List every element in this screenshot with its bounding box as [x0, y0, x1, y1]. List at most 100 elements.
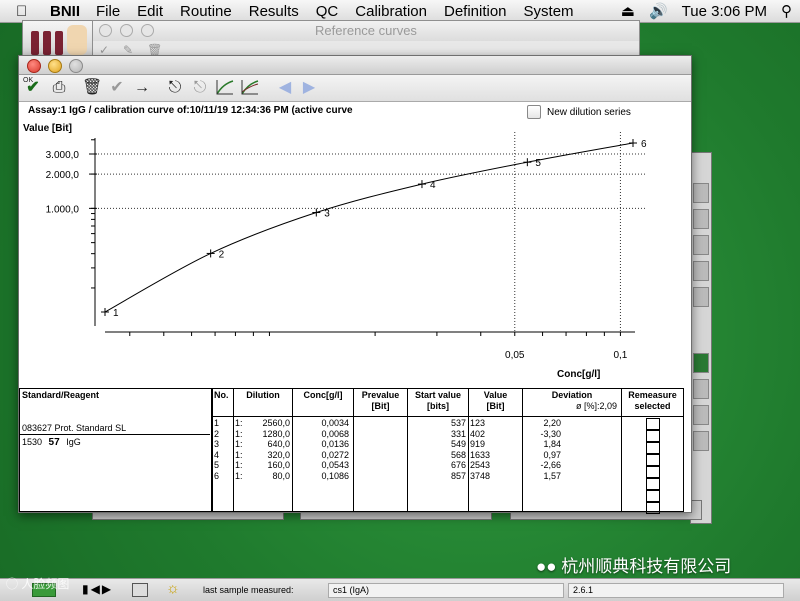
row-no: 6	[214, 470, 220, 481]
data-point-label: 1	[113, 308, 119, 319]
row-value: 919	[470, 439, 486, 449]
row-deviation: 0,97	[543, 449, 561, 460]
dilution-column: Dilution 1: 2560,0 1: 1280,0 1: 640,0 1: 320,0 1…	[233, 388, 293, 512]
dilution-header: Dilution	[234, 389, 292, 417]
remeasure-checkbox[interactable]	[645, 430, 660, 442]
no-header: No.	[213, 389, 233, 417]
x-tick-label: 0,1	[613, 350, 627, 361]
bg-minimize-icon[interactable]	[120, 24, 133, 37]
menu-clock[interactable]: Tue 3:06 PM	[682, 3, 767, 20]
y-tick-label: 3.000,0	[46, 150, 80, 161]
standard-analyte: IgG	[66, 437, 81, 447]
menu-definition[interactable]: Definition	[444, 3, 507, 20]
watermark-text: ●● 杭州顺典科技有限公司	[536, 552, 731, 577]
row-no: 1	[214, 418, 220, 428]
value-header: Value [Bit]	[469, 389, 522, 417]
row-dilution-prefix: 1:	[235, 428, 243, 439]
row-conc: 0,0543	[321, 460, 349, 470]
row-dilution-prefix: 1:	[235, 460, 243, 470]
menu-calibration[interactable]: Calibration	[355, 3, 427, 20]
calibration-chart: 3.000,0 2.000,0 1.000,0 0,05 0,1 1 2 3 4 5 6	[46, 132, 647, 361]
row-dilution: 1: 2560,0	[234, 418, 292, 429]
bg-close-icon[interactable]	[99, 24, 112, 37]
remeasure-checkbox[interactable]	[645, 442, 660, 454]
row-dilution: 1: 320,0	[234, 450, 292, 461]
row-value: 123	[470, 418, 486, 428]
row-dilution-value: 160,0	[267, 460, 290, 470]
row-dilution: 1: 80,0	[234, 471, 292, 482]
bg-zoom-icon[interactable]	[141, 24, 154, 37]
remeasure-checkbox[interactable]	[645, 490, 660, 502]
row-value: 3748	[470, 470, 491, 481]
apple-menu-icon[interactable]: 	[16, 3, 36, 20]
spotlight-search-icon[interactable]: ⚲	[781, 2, 792, 20]
remeasure-checkbox[interactable]	[645, 502, 660, 514]
remeasure-checkbox[interactable]	[645, 418, 660, 430]
menu-routine[interactable]: Routine	[180, 3, 232, 20]
row-conc: 0,0136	[321, 439, 349, 449]
row-conc: 0,1086	[321, 470, 349, 481]
row-prevalue	[354, 450, 407, 461]
menu-system[interactable]: System	[524, 3, 574, 20]
volume-icon[interactable]: 🔊	[649, 2, 668, 20]
remeasure-checkbox[interactable]	[645, 478, 660, 490]
row-deviation: -2,66	[540, 460, 561, 470]
row-prevalue	[354, 471, 407, 482]
status-nav-icons[interactable]: ▮◀▶	[82, 582, 113, 596]
watermark-corner-text: 人脸频图	[21, 577, 70, 591]
menu-results[interactable]: Results	[249, 3, 299, 20]
deviation-average: ø [%]:2,09	[575, 401, 617, 411]
row-start-value: 331	[450, 428, 466, 439]
calibration-curve-window: OK ✔ ⎙ 🗑 ✔ → ⎋ ⎋ ◀ ▶ Assay:1 IgG / calib…	[18, 55, 692, 514]
remeasure-checkbox[interactable]	[645, 466, 660, 478]
eject-icon[interactable]: ⏏	[621, 2, 635, 20]
deviation-header-label: Deviation	[551, 390, 593, 400]
row-dilution-prefix: 1:	[235, 418, 243, 428]
watermark-corner: ◯ 人脸频图	[6, 575, 69, 592]
remeasure-checkbox[interactable]	[645, 454, 660, 466]
row-start-value: 676	[450, 460, 466, 470]
menu-edit[interactable]: Edit	[137, 3, 163, 20]
row-conc: 0,0272	[321, 449, 349, 460]
standard-lot-number: 1530	[22, 437, 43, 447]
calibration-curve-line	[104, 142, 634, 313]
start-value-column: Start value [bits] 537 331 549 568 676 857	[407, 388, 469, 512]
row-start-value: 568	[450, 449, 466, 460]
sun-icon: ☼	[166, 580, 180, 597]
row-deviation: 2,20	[543, 418, 561, 428]
row-prevalue	[354, 429, 407, 440]
reference-curves-title: Reference curves	[93, 21, 639, 41]
row-prevalue	[354, 460, 407, 471]
prevalue-column: Prevalue [Bit]	[353, 388, 408, 512]
status-bar: ▮◀▶ ☼ last sample measured: cs1 (IgA) 2.…	[0, 578, 800, 601]
row-dilution-prefix: 1:	[235, 470, 243, 481]
standard-header: Standard/Reagent	[22, 390, 100, 400]
row-start-value: 549	[450, 439, 466, 449]
row-conc: 0,0068	[321, 428, 349, 439]
row-value: 1633	[470, 449, 491, 460]
row-no: 2	[214, 428, 220, 439]
data-point-label: 3	[324, 209, 330, 220]
standard-lot: 1530 57 IgG	[22, 437, 81, 448]
row-dilution-prefix: 1:	[235, 439, 243, 449]
watermark-logo-icon: ◯	[6, 577, 19, 591]
status-window-icon[interactable]	[132, 583, 148, 597]
y-tick-label: 2.000,0	[46, 170, 80, 181]
last-sample-label: last sample measured:	[203, 585, 294, 595]
row-prevalue	[354, 439, 407, 450]
version-field: 2.6.1	[568, 583, 784, 598]
y-tick-label: 1.000,0	[46, 204, 80, 215]
menu-qc[interactable]: QC	[316, 3, 339, 20]
standard-column: Standard/Reagent 083627 Prot. Standard S…	[19, 388, 212, 512]
menu-file[interactable]: File	[96, 3, 120, 20]
row-no: 4	[214, 449, 220, 460]
app-menu[interactable]: BNII	[50, 3, 80, 20]
remeasure-column: Remeasure selected	[621, 388, 684, 514]
row-dilution-value: 80,0	[272, 470, 290, 481]
row-deviation: 1,57	[543, 470, 561, 481]
x-tick-label: 0,05	[505, 350, 525, 361]
row-no: 5	[214, 460, 220, 470]
wechat-icon: ●●	[536, 557, 557, 576]
deviation-column: Deviation ø [%]:2,09 2,20 -3,30 1,84 0,97 -2…	[522, 388, 622, 512]
row-deviation: 1,84	[543, 439, 561, 449]
